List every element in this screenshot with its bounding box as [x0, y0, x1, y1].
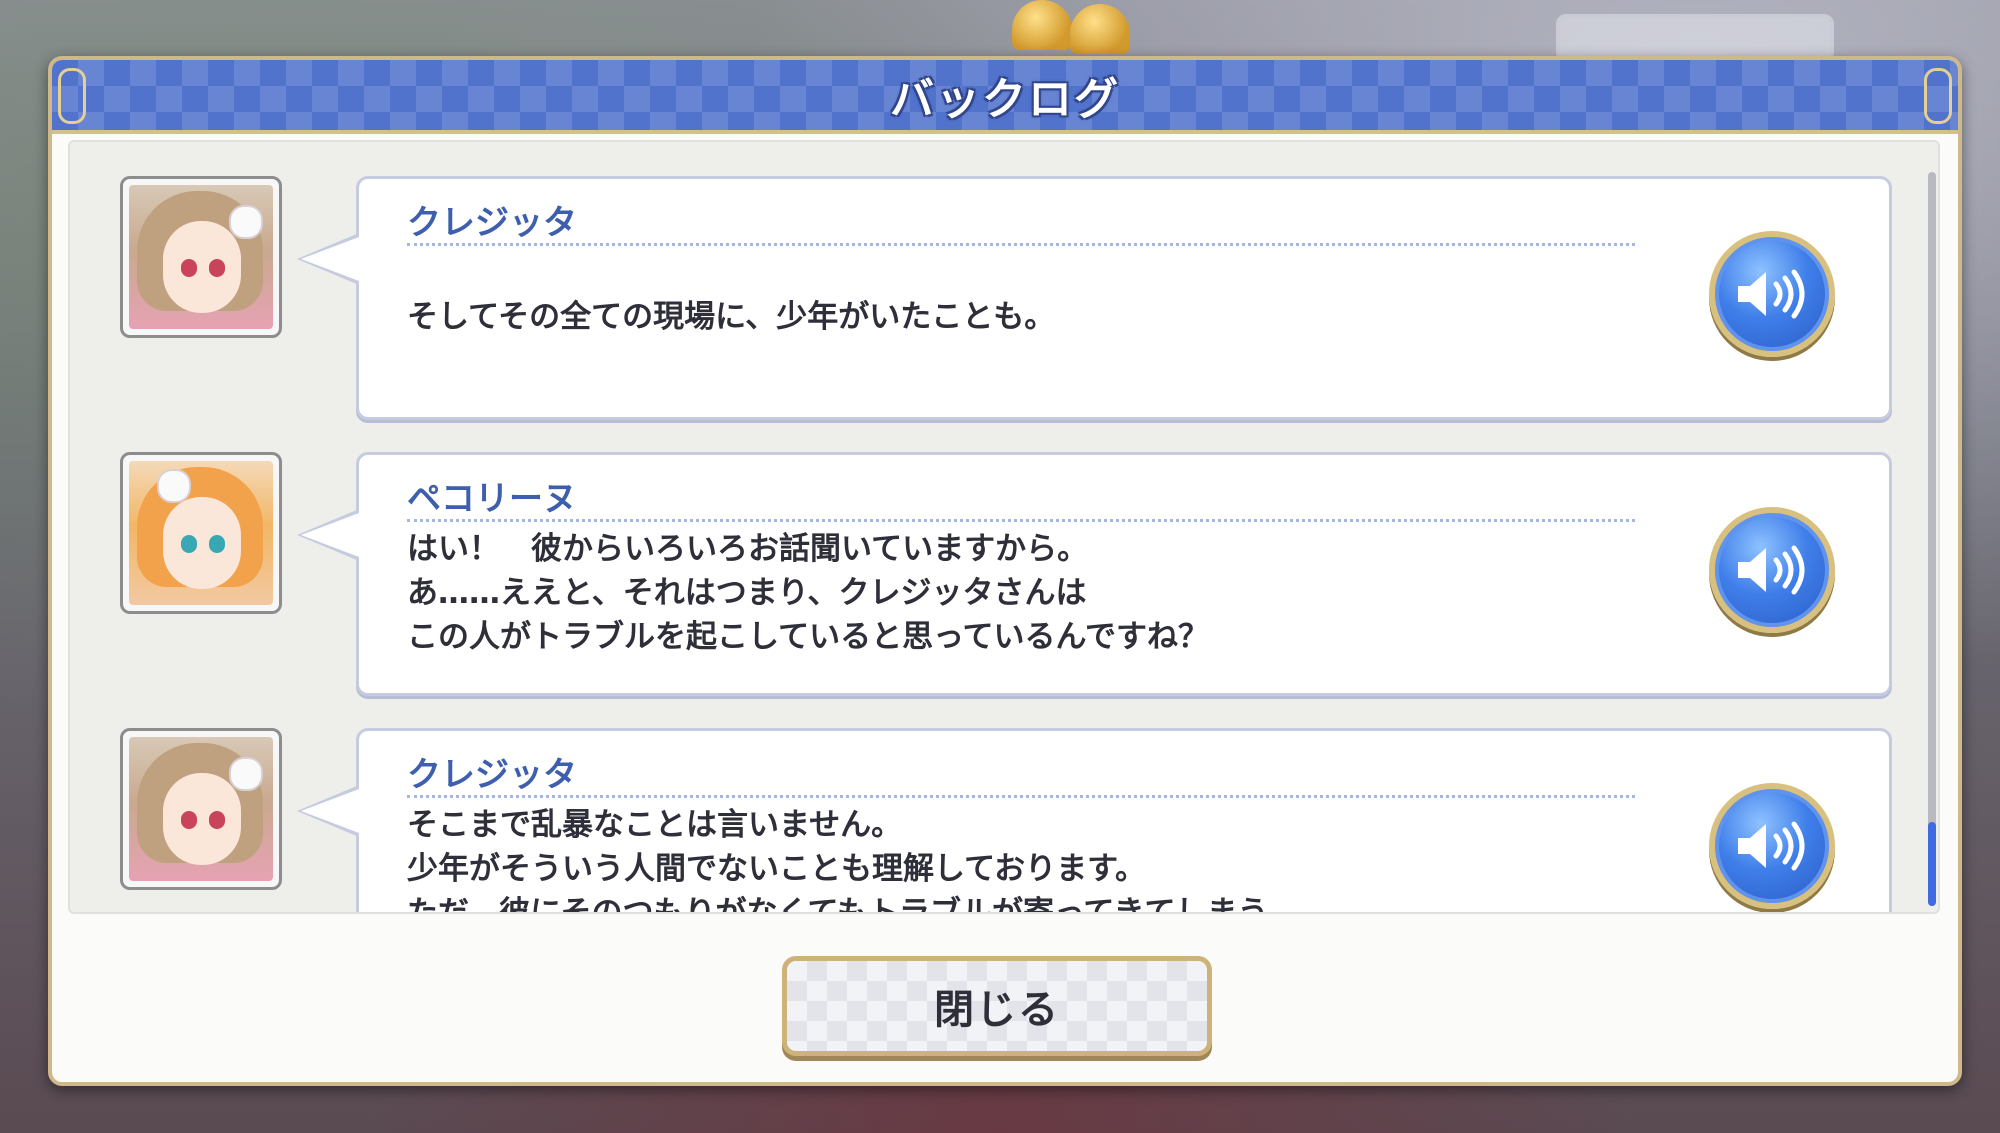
header-ornament-right	[1924, 68, 1952, 124]
dialogue-line: あ……ええと、それはつまり、クレジッタさんは	[407, 575, 1087, 611]
dialogue-line: そこまで乱暴なことは言いません。	[407, 807, 903, 843]
speaker-name: ペコリーヌ	[407, 479, 577, 519]
speaker-volume-icon	[1738, 545, 1805, 595]
name-divider	[407, 519, 1635, 522]
dialog-header: バックログ	[52, 60, 1958, 134]
dialogue-bubble: ペコリーヌ はい！ 彼からいろいろお話聞いていますから。 あ……ええと、それはつ…	[297, 452, 1892, 696]
character-portrait	[120, 728, 282, 890]
voice-replay-button[interactable]	[1709, 783, 1835, 909]
speaker-volume-icon	[1738, 269, 1805, 319]
speaker-volume-icon	[1738, 821, 1805, 871]
backlog-list[interactable]: クレジッタ そしてその全ての現場に、少年がいたことも。 ペコリーヌ はい！ 彼か…	[68, 140, 1940, 914]
character-portrait	[120, 452, 282, 614]
background-panel	[1556, 14, 1834, 62]
kurejitta-portrait	[129, 737, 273, 881]
speaker-name: クレジッタ	[407, 203, 577, 243]
dialog-title: バックログ	[890, 74, 1120, 125]
dialogue-line: 少年がそういう人間でないことも理解しております。	[407, 851, 1147, 887]
character-portrait	[120, 176, 282, 338]
flower-hair-ornament	[157, 469, 191, 503]
dialogue-line: はい！ 彼からいろいろお話聞いていますから。	[407, 531, 1089, 567]
scrollbar[interactable]	[1928, 172, 1936, 906]
dialogue-bubble: クレジッタ そこまで乱暴なことは言いません。 少年がそういう人間でないことも理解…	[297, 728, 1892, 914]
scrollbar-thumb[interactable]	[1928, 822, 1936, 906]
speaker-name: クレジッタ	[407, 755, 577, 795]
voice-replay-button[interactable]	[1709, 231, 1835, 357]
name-divider	[407, 795, 1635, 798]
bell-decoration	[1070, 4, 1130, 54]
pecorine-portrait	[129, 461, 273, 605]
backlog-dialog: バックログ クレジッタ そしてその全ての現場に、少年がいたことも。 ペコリーヌ …	[48, 56, 1962, 1086]
dialogue-bubble: クレジッタ そしてその全ての現場に、少年がいたことも。	[297, 176, 1892, 420]
close-button-label: 閉じる	[934, 987, 1060, 1033]
flower-hair-ornament	[229, 757, 263, 791]
dialogue-line: この人がトラブルを起こしていると思っているんですね？	[407, 619, 1209, 655]
bell-decoration	[1012, 0, 1072, 50]
flower-hair-ornament	[229, 205, 263, 239]
close-button[interactable]: 閉じる	[782, 956, 1212, 1056]
dialogue-line: そしてその全ての現場に、少年がいたことも。	[407, 299, 1056, 335]
voice-replay-button[interactable]	[1709, 507, 1835, 633]
log-entry: クレジッタ そしてその全ての現場に、少年がいたことも。	[70, 176, 1910, 426]
log-entry: クレジッタ そこまで乱暴なことは言いません。 少年がそういう人間でないことも理解…	[70, 728, 1910, 914]
log-entry: ペコリーヌ はい！ 彼からいろいろお話聞いていますから。 あ……ええと、それはつ…	[70, 452, 1910, 702]
header-ornament-left	[58, 68, 86, 124]
name-divider	[407, 243, 1635, 246]
kurejitta-portrait	[129, 185, 273, 329]
dialogue-line: ただ、彼にそのつもりがなくてもトラブルが寄ってきてしまう……	[407, 895, 1331, 914]
